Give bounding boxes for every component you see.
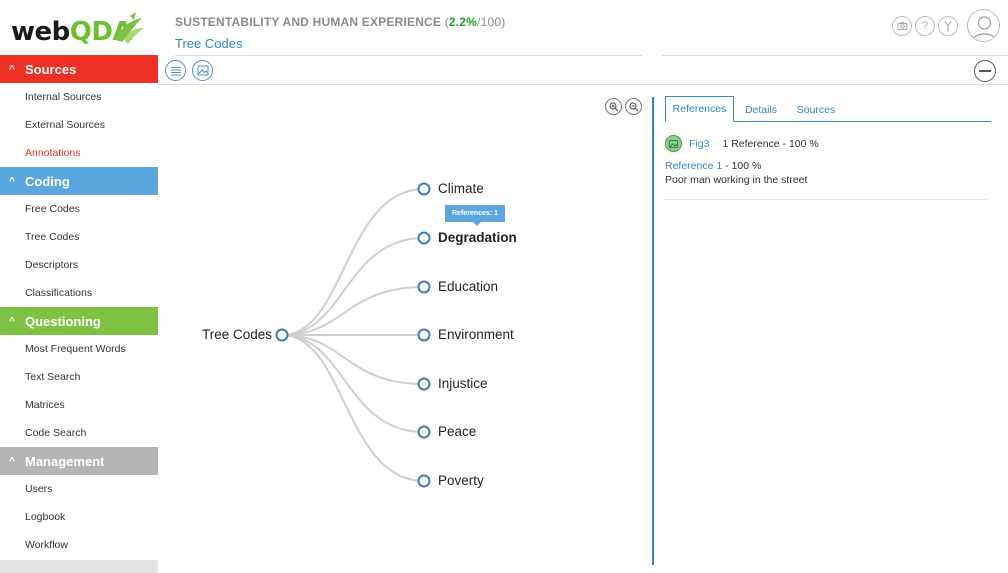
- image-view-icon[interactable]: [192, 60, 213, 81]
- sidebar-section-questioning[interactable]: ^ Questioning: [0, 307, 158, 335]
- chevron-up-icon: ^: [9, 175, 15, 187]
- tree-node-label-poverty[interactable]: Poverty: [438, 473, 484, 488]
- sidebar-item-tree-codes[interactable]: Tree Codes: [0, 223, 158, 251]
- tab-sources[interactable]: Sources: [793, 97, 839, 123]
- chevron-up-icon: ^: [9, 315, 15, 327]
- sidebar-footer: [0, 560, 158, 573]
- reference-source-row: Fig3 1 Reference - 100 %: [665, 135, 819, 152]
- image-source-icon: [665, 135, 682, 152]
- sidebar-item-internal-sources[interactable]: Internal Sources: [0, 83, 158, 111]
- tab-details[interactable]: Details: [740, 97, 782, 123]
- tree-node-label-degradation[interactable]: Degradation: [438, 230, 517, 245]
- chevron-up-icon: ^: [9, 63, 15, 75]
- reference-link[interactable]: Reference 1: [665, 160, 722, 172]
- app-root: webQDA SUSTENTABILITY AND HUMAN EXPERIEN…: [0, 0, 1008, 573]
- user-avatar-icon[interactable]: [967, 9, 1000, 42]
- settings-icon[interactable]: [938, 15, 958, 36]
- tree-node-label-injustice[interactable]: Injustice: [438, 376, 488, 391]
- tree-node-label-climate[interactable]: Climate: [438, 181, 484, 196]
- collapse-panel-icon[interactable]: [974, 60, 996, 82]
- project-title: SUSTENTABILITY AND HUMAN EXPERIENCE (2.2…: [175, 15, 506, 29]
- sidebar: ^ Sources Internal Sources External Sourc…: [0, 55, 158, 573]
- sidebar-item-annotations[interactable]: Annotations: [0, 139, 158, 167]
- sidebar-item-logbook[interactable]: Logbook: [0, 503, 158, 531]
- camera-icon[interactable]: [892, 15, 912, 36]
- reference-summary: 1 Reference - 100 %: [722, 137, 819, 150]
- logo-leaf-icon: [116, 12, 144, 44]
- panel-splitter[interactable]: [652, 97, 654, 565]
- reference-text: Poor man working in the street: [665, 174, 808, 186]
- tree-diagram: Tree Codes Climate Degradation Education…: [160, 90, 650, 570]
- reference-heading: Reference 1 - 100 %: [665, 160, 762, 172]
- tree-node-label-peace[interactable]: Peace: [438, 424, 476, 439]
- tree-node-root[interactable]: [275, 328, 289, 342]
- tree-link-group: [281, 188, 425, 482]
- header-icons: ?: [892, 9, 1000, 42]
- tree-node-poverty[interactable]: [417, 474, 431, 488]
- tree-node-label-environment[interactable]: Environment: [438, 327, 514, 342]
- header-divider-right: [662, 55, 1008, 56]
- source-link-fig3[interactable]: Fig3: [689, 138, 709, 150]
- sidebar-item-matrices[interactable]: Matrices: [0, 391, 158, 419]
- sidebar-section-coding[interactable]: ^ Coding: [0, 167, 158, 195]
- sidebar-item-descriptors[interactable]: Descriptors: [0, 251, 158, 279]
- list-view-icon[interactable]: [165, 60, 186, 81]
- chevron-up-icon: ^: [9, 455, 15, 467]
- right-panel-tabs: References Details Sources: [665, 96, 991, 122]
- tree-node-injustice[interactable]: [417, 377, 431, 391]
- sidebar-item-free-codes[interactable]: Free Codes: [0, 195, 158, 223]
- reference-divider: [665, 199, 988, 200]
- sidebar-item-most-frequent-words[interactable]: Most Frequent Words: [0, 335, 158, 363]
- sidebar-item-code-search[interactable]: Code Search: [0, 419, 158, 447]
- sidebar-item-classifications[interactable]: Classifications: [0, 279, 158, 307]
- sidebar-item-users[interactable]: Users: [0, 475, 158, 503]
- sidebar-section-management[interactable]: ^ Management: [0, 447, 158, 475]
- help-icon[interactable]: ?: [915, 15, 935, 36]
- webqda-logo[interactable]: webQDA: [0, 0, 158, 55]
- tab-references[interactable]: References: [665, 96, 734, 122]
- sidebar-section-sources[interactable]: ^ Sources: [0, 55, 158, 83]
- tree-link-climate: [281, 188, 425, 336]
- toolbar-divider: [158, 84, 1008, 85]
- tree-node-environment[interactable]: [417, 328, 431, 342]
- tree-node-peace[interactable]: [417, 425, 431, 439]
- tree-node-degradation[interactable]: [417, 231, 431, 245]
- tree-node-education[interactable]: [417, 280, 431, 294]
- sidebar-item-external-sources[interactable]: External Sources: [0, 111, 158, 139]
- tree-link-poverty: [281, 334, 425, 482]
- references-tooltip: References: 1: [445, 205, 505, 226]
- tree-node-label-education[interactable]: Education: [438, 279, 498, 294]
- sidebar-item-workflow[interactable]: Workflow: [0, 531, 158, 559]
- tree-link-degradation: [281, 237, 425, 336]
- tree-node-climate[interactable]: [417, 182, 431, 196]
- progress-value: 2.2%: [448, 15, 478, 29]
- page-subtitle: Tree Codes: [175, 36, 243, 51]
- tree-root-label[interactable]: Tree Codes: [202, 327, 272, 342]
- sidebar-item-text-search[interactable]: Text Search: [0, 363, 158, 391]
- header-divider: [175, 55, 642, 56]
